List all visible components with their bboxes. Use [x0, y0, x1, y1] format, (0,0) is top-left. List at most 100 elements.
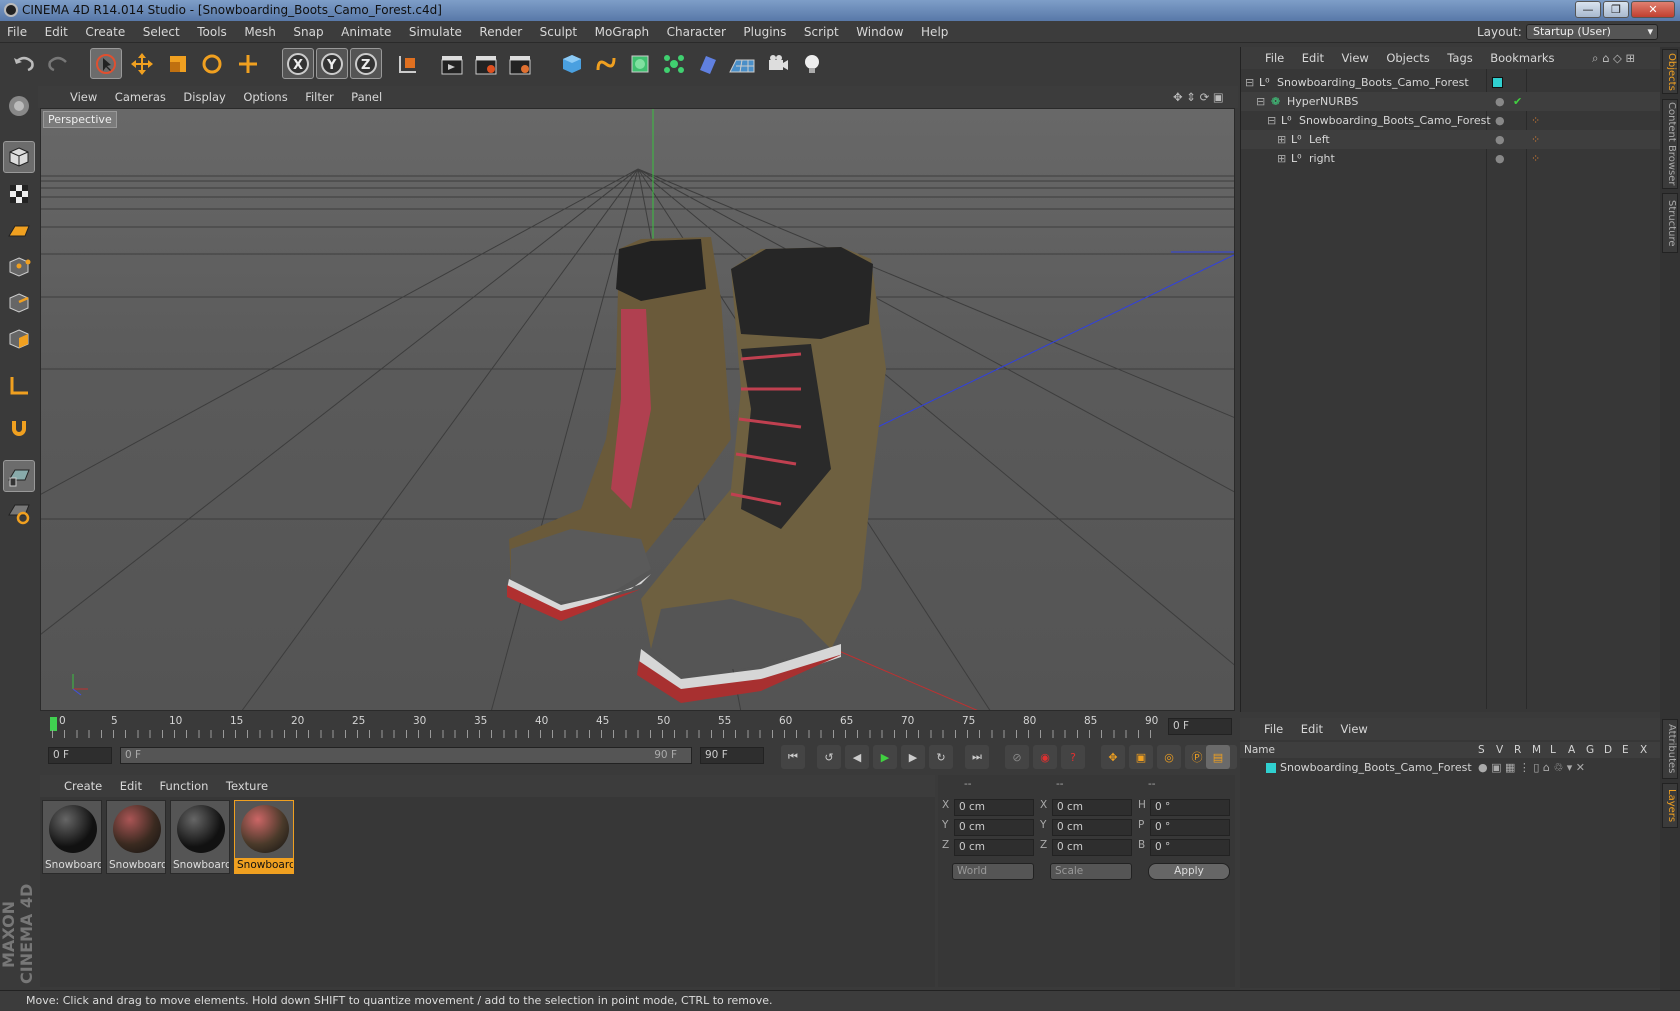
current-frame-field[interactable]: 0 F [1168, 718, 1232, 735]
menu-create[interactable]: Create [78, 21, 132, 43]
visibility-dot-icon[interactable]: ● [1495, 130, 1505, 149]
material-menu-function[interactable]: Function [153, 775, 216, 797]
scale-tool-button[interactable] [162, 48, 194, 79]
objects-menu-tags[interactable]: Tags [1440, 47, 1479, 69]
expand-icon[interactable]: ⊞ [1277, 149, 1286, 168]
points-mode-button[interactable] [3, 251, 35, 283]
timeline-window-button[interactable]: ▤ [1206, 745, 1230, 769]
perspective-viewport[interactable]: Perspective [40, 108, 1235, 711]
coordinate-space-select[interactable]: World [952, 863, 1034, 880]
objects-menu-objects[interactable]: Objects [1379, 47, 1436, 69]
material-menu-texture[interactable]: Texture [219, 775, 275, 797]
lock-workplane-button[interactable] [3, 497, 35, 529]
rotate-tool-button[interactable] [196, 48, 228, 79]
recent-tool-button[interactable] [232, 48, 264, 79]
visibility-dot-icon[interactable]: ● [1495, 92, 1505, 111]
texture-mode-button[interactable] [3, 178, 35, 210]
spline-button[interactable] [590, 48, 622, 79]
objects-menu-bookmarks[interactable]: Bookmarks [1483, 47, 1561, 69]
make-editable-button[interactable] [3, 90, 35, 122]
object-row[interactable]: ⊟ L⁰ Snowboarding_Boots_Camo_Forest [1241, 73, 1661, 92]
menu-help[interactable]: Help [914, 21, 955, 43]
render-view-button[interactable] [436, 48, 468, 79]
position-y-field[interactable]: 0 cm [954, 819, 1034, 836]
expand-icon[interactable]: ⊞ [1277, 130, 1286, 149]
search-icon[interactable]: ⌕ ⌂ ◇ ⊞ [1585, 47, 1642, 69]
previous-frame-button[interactable]: ◀ [845, 745, 869, 769]
undo-button[interactable] [8, 48, 40, 79]
menu-mograph[interactable]: MoGraph [588, 21, 657, 43]
material-swatch-selected[interactable]: Snowboard [234, 800, 294, 874]
layer-row[interactable]: Snowboarding_Boots_Camo_Forest ● ▣ ▦ ⋮ ▯… [1240, 759, 1660, 776]
rotation-b-field[interactable]: 0 ° [1150, 839, 1230, 856]
material-swatch[interactable]: Snowboard [106, 800, 166, 874]
nurbs-button[interactable] [624, 48, 656, 79]
tab-attributes[interactable]: Attributes [1662, 719, 1678, 779]
key-scale-button[interactable]: ▣ [1129, 745, 1153, 769]
material-tag-icon[interactable]: ⁘ [1531, 130, 1540, 149]
array-button[interactable] [658, 48, 690, 79]
tab-structure[interactable]: Structure [1662, 193, 1678, 253]
viewport-menu-options[interactable]: Options [236, 86, 294, 108]
material-tag-icon[interactable]: ⁘ [1531, 149, 1540, 168]
tab-content-browser[interactable]: Content Browser [1662, 99, 1678, 189]
size-mode-select[interactable]: Scale [1050, 863, 1132, 880]
light-button[interactable] [796, 48, 828, 79]
timeline-ruler[interactable]: 0 5 10 15 20 25 30 35 40 45 50 55 60 65 … [40, 714, 1235, 740]
menu-script[interactable]: Script [797, 21, 846, 43]
tweak-mode-button[interactable] [3, 413, 35, 445]
menu-mesh[interactable]: Mesh [237, 21, 283, 43]
viewport-menu-view[interactable]: View [38, 86, 104, 108]
menu-plugins[interactable]: Plugins [736, 21, 793, 43]
object-row[interactable]: ⊟ ❁ HyperNURBS ● ✔ [1241, 92, 1661, 111]
workplane-button[interactable] [3, 214, 35, 246]
material-tag-icon[interactable]: ⁘ [1531, 111, 1540, 130]
live-selection-button[interactable] [90, 48, 122, 79]
objects-menu-edit[interactable]: Edit [1295, 47, 1331, 69]
render-settings-button[interactable] [504, 48, 536, 79]
tab-objects[interactable]: Objects [1662, 49, 1678, 94]
go-to-end-button[interactable]: ⏭ [965, 745, 989, 769]
key-position-button[interactable]: ✥ [1101, 745, 1125, 769]
scale-z-field[interactable]: 0 cm [1052, 839, 1132, 856]
menu-edit[interactable]: Edit [38, 21, 75, 43]
maximize-button[interactable]: ❐ [1603, 1, 1629, 18]
menu-simulate[interactable]: Simulate [402, 21, 469, 43]
collapse-icon[interactable]: ⊟ [1267, 111, 1276, 130]
menu-character[interactable]: Character [660, 21, 733, 43]
layout-select[interactable]: Startup (User) ▾ [1526, 24, 1658, 40]
move-tool-button[interactable] [126, 48, 158, 79]
material-swatch[interactable]: Snowboard [170, 800, 230, 874]
play-button[interactable]: ▶ [873, 745, 897, 769]
x-axis-button[interactable]: X [282, 48, 314, 79]
viewport-menu-filter[interactable]: Filter [298, 86, 340, 108]
redo-button[interactable] [42, 48, 74, 79]
viewport-nav-icons[interactable]: ✥ ⇕ ⟳ ▣ [1166, 86, 1231, 108]
viewport-menu-display[interactable]: Display [176, 86, 232, 108]
axis-mode-button[interactable] [3, 370, 35, 402]
menu-select[interactable]: Select [136, 21, 187, 43]
collapse-icon[interactable]: ⊟ [1245, 73, 1254, 92]
start-frame-field[interactable]: 0 F [48, 747, 112, 764]
menu-file[interactable]: File [0, 21, 34, 43]
menu-render[interactable]: Render [472, 21, 529, 43]
deformer-button[interactable] [692, 48, 724, 79]
motion-record-button[interactable]: ⊘ [1005, 745, 1029, 769]
key-rotation-button[interactable]: ◎ [1157, 745, 1181, 769]
autokey-button[interactable]: ? [1061, 745, 1085, 769]
tab-layers[interactable]: Layers [1662, 783, 1678, 828]
objects-menu-view[interactable]: View [1335, 47, 1376, 69]
next-frame-button[interactable]: ▶ [901, 745, 925, 769]
menu-animate[interactable]: Animate [334, 21, 398, 43]
rotation-h-field[interactable]: 0 ° [1150, 799, 1230, 816]
position-x-field[interactable]: 0 cm [954, 799, 1034, 816]
z-axis-button[interactable]: Z [350, 48, 382, 79]
next-key-button[interactable]: ↻ [929, 745, 953, 769]
edges-mode-button[interactable] [3, 287, 35, 319]
model-mode-button[interactable] [3, 141, 35, 173]
layer-color-swatch[interactable] [1492, 77, 1503, 88]
layer-menu-edit[interactable]: Edit [1294, 718, 1330, 740]
rotation-p-field[interactable]: 0 ° [1150, 819, 1230, 836]
scale-y-field[interactable]: 0 cm [1052, 819, 1132, 836]
previous-key-button[interactable]: ↺ [817, 745, 841, 769]
